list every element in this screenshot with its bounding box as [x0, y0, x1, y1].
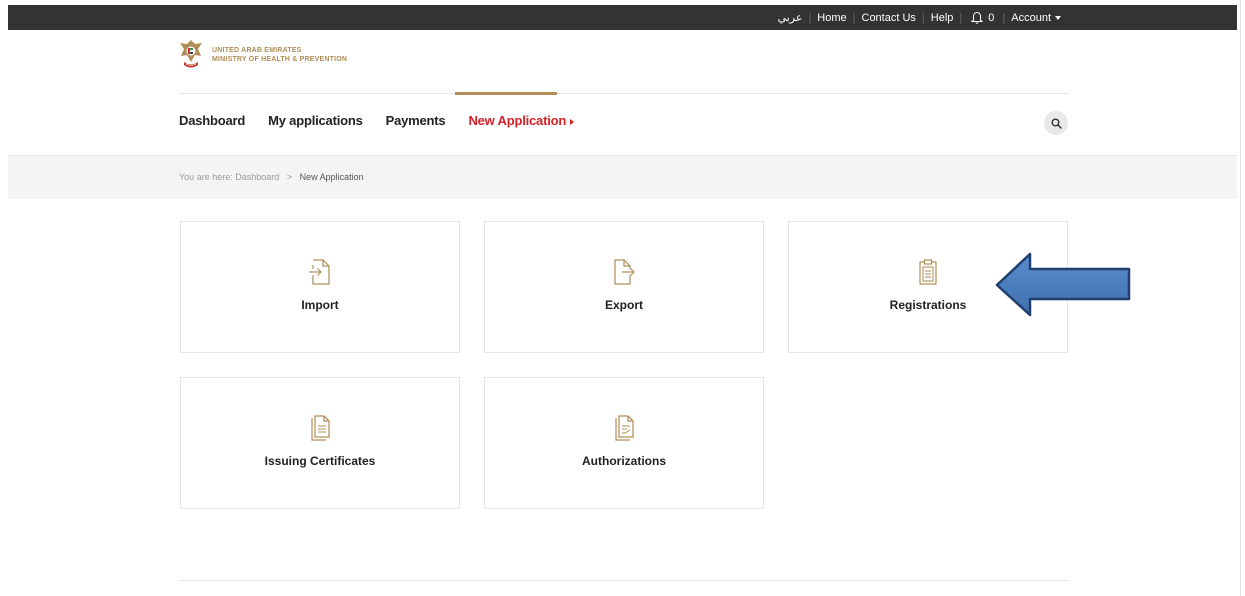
- logo-line-2: MINISTRY OF HEALTH & PREVENTION: [212, 56, 348, 63]
- card-registrations-label: Registrations: [889, 298, 967, 312]
- logo-line-1: UNITED ARAB EMIRATES: [212, 47, 302, 54]
- main-navigation: Dashboard My applications Payments New A…: [179, 113, 575, 128]
- nav-new-application-label: New Application: [468, 113, 567, 128]
- card-export[interactable]: Export: [484, 221, 764, 353]
- breadcrumb-band: You are here: Dashboard > New Applicatio…: [8, 155, 1237, 199]
- breadcrumb-dashboard[interactable]: Dashboard: [235, 172, 279, 182]
- breadcrumb-current: New Application: [299, 172, 364, 182]
- document-icon: [308, 414, 332, 442]
- contact-link[interactable]: Contact Us: [856, 12, 922, 24]
- language-link[interactable]: عربي: [772, 11, 809, 24]
- active-nav-indicator: [455, 92, 557, 95]
- utility-links: عربي | Home | Contact Us | Help | 0 | Ac…: [772, 5, 1067, 30]
- nav-new-application[interactable]: New Application: [468, 113, 575, 128]
- bell-icon: [971, 11, 984, 24]
- nav-payments[interactable]: Payments: [386, 113, 446, 128]
- card-issuing-certificates-label: Issuing Certificates: [264, 454, 376, 468]
- card-authorizations[interactable]: Authorizations: [484, 377, 764, 509]
- card-authorizations-label: Authorizations: [582, 454, 666, 468]
- logo-text: UNITED ARAB EMIRATES MINISTRY OF HEALTH …: [212, 46, 347, 64]
- card-issuing-certificates[interactable]: Issuing Certificates: [180, 377, 460, 509]
- page-edge: [1240, 0, 1241, 596]
- notifications-count: 0: [988, 11, 995, 24]
- top-utility-bar: عربي | Home | Contact Us | Help | 0 | Ac…: [8, 5, 1237, 30]
- clipboard-icon: [916, 258, 940, 286]
- nav-my-applications[interactable]: My applications: [268, 113, 363, 128]
- breadcrumb-separator: >: [286, 172, 293, 182]
- breadcrumb-prefix: You are here:: [179, 172, 233, 182]
- footer-divider: [179, 580, 1069, 581]
- document-edit-icon: [612, 414, 636, 442]
- home-link[interactable]: Home: [811, 12, 852, 24]
- chevron-down-icon: [1055, 15, 1061, 20]
- account-label: Account: [1011, 11, 1051, 24]
- nav-divider: [179, 93, 1069, 94]
- account-menu[interactable]: Account: [1005, 12, 1067, 24]
- card-import-label: Import: [301, 298, 339, 312]
- ministry-logo[interactable]: UNITED ARAB EMIRATES MINISTRY OF HEALTH …: [178, 38, 347, 72]
- nav-dashboard[interactable]: Dashboard: [179, 113, 245, 128]
- import-icon: [308, 258, 332, 286]
- chevron-right-icon: [570, 118, 575, 125]
- breadcrumb: You are here: Dashboard > New Applicatio…: [179, 172, 364, 182]
- search-icon: [1051, 118, 1062, 129]
- card-import[interactable]: Import: [180, 221, 460, 353]
- notifications-button[interactable]: 0: [962, 11, 1002, 25]
- search-button[interactable]: [1044, 111, 1068, 135]
- arrow-annotation-icon: [995, 252, 1131, 317]
- help-link[interactable]: Help: [925, 12, 960, 24]
- export-icon: [612, 258, 636, 286]
- card-export-label: Export: [604, 298, 643, 312]
- uae-emblem-icon: [180, 40, 202, 68]
